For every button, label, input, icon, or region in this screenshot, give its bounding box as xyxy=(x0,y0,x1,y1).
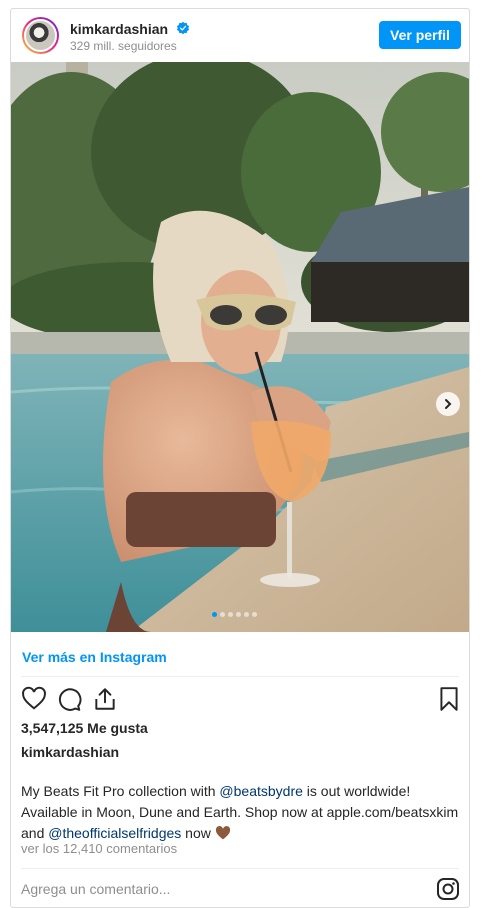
share-icon[interactable] xyxy=(92,686,118,712)
bookmark-icon[interactable] xyxy=(436,686,462,712)
next-photo-button[interactable] xyxy=(436,392,460,416)
post-image xyxy=(11,62,469,632)
followers-count: 329 mill. seguidores xyxy=(70,39,177,53)
avatar[interactable] xyxy=(22,17,59,54)
see-more-on-instagram-link[interactable]: Ver más en Instagram xyxy=(22,649,167,665)
heart-icon[interactable] xyxy=(21,686,47,712)
view-comments-link[interactable]: ver los 12,410 comentarios xyxy=(21,841,177,856)
caption-text: My Beats Fit Pro collection with xyxy=(21,783,220,799)
carousel-dot xyxy=(236,612,241,617)
mention-link[interactable]: @theofficialselfridges xyxy=(48,825,181,841)
divider xyxy=(21,676,459,677)
instagram-icon[interactable] xyxy=(436,877,460,901)
verified-badge-icon xyxy=(176,21,190,35)
username[interactable]: kimkardashian xyxy=(70,21,168,37)
carousel-dot xyxy=(244,612,249,617)
divider xyxy=(21,868,459,869)
instagram-embed-card: kimkardashian 329 mill. seguidores Ver p… xyxy=(10,8,470,908)
brown-heart-icon xyxy=(215,826,230,840)
carousel-dot-active xyxy=(212,612,217,617)
carousel-dot xyxy=(220,612,225,617)
caption-text: now xyxy=(181,825,215,841)
post-photo[interactable] xyxy=(11,62,469,632)
post-header: kimkardashian 329 mill. seguidores Ver p… xyxy=(11,9,469,62)
caption-username[interactable]: kimkardashian xyxy=(21,744,119,760)
carousel-dot xyxy=(252,612,257,617)
mention-link[interactable]: @beatsbydre xyxy=(219,783,302,799)
avatar-image xyxy=(24,19,57,52)
carousel-dots xyxy=(212,612,257,617)
carousel-dot xyxy=(228,612,233,617)
view-profile-button[interactable]: Ver perfil xyxy=(379,21,461,49)
post-caption: My Beats Fit Pro collection with @beatsb… xyxy=(21,781,461,844)
next-arrow-icon xyxy=(445,399,452,409)
add-comment-field[interactable]: Agrega un comentario... xyxy=(21,881,170,897)
likes-count[interactable]: 3,547,125 Me gusta xyxy=(21,720,148,736)
comment-icon[interactable] xyxy=(56,686,82,712)
